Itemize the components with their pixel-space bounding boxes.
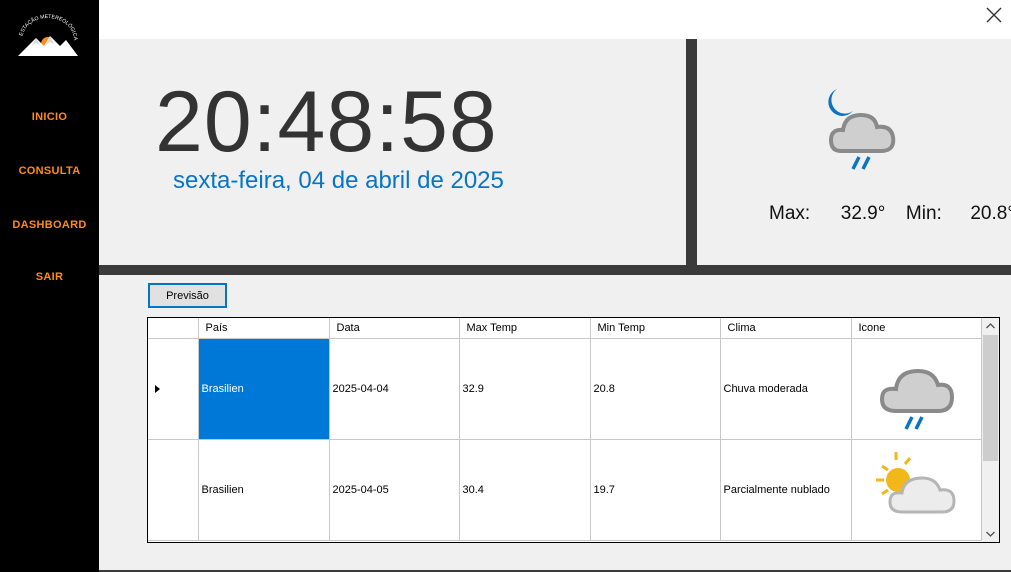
horizontal-divider (99, 265, 1011, 275)
max-label: Max: (769, 203, 811, 224)
nav-inicio[interactable]: INICIO (0, 111, 99, 123)
svg-text:ESTAÇÃO METEREOLÓGICA: ESTAÇÃO METEREOLÓGICA (19, 14, 79, 41)
cell-clima[interactable]: Chuva moderada (720, 338, 852, 440)
forecast-grid: País Data Max Temp Min Temp Clima Icone … (147, 317, 1000, 543)
rain-cloud-icon (879, 368, 954, 430)
clock-panel: 20:48:58 sexta-feira, 04 de abril de 202… (99, 39, 686, 265)
row-header-corner (148, 318, 199, 339)
current-row-arrow-icon (155, 384, 160, 393)
table-row[interactable]: Brasilien 2025-04-04 32.9 20.8 Chuva mod… (148, 338, 982, 440)
night-rain-icon (819, 85, 909, 177)
row-header[interactable] (148, 439, 199, 541)
cell-clima[interactable]: Parcialmente nublado (720, 439, 852, 541)
column-header-max-temp[interactable]: Max Temp (459, 318, 591, 339)
sidebar: ESTAÇÃO METEREOLÓGICA INICIO CONSULTA DA… (0, 0, 99, 572)
nav-dashboard[interactable]: DASHBOARD (0, 219, 99, 231)
cell-min-temp[interactable]: 20.8 (590, 338, 721, 440)
scroll-up-icon[interactable] (982, 318, 999, 334)
cell-data[interactable]: 2025-04-04 (329, 338, 460, 440)
table-row[interactable]: Brasilien 2025-04-05 30.4 19.7 Parcialme… (148, 439, 982, 541)
forecast-button[interactable]: Previsão (148, 283, 227, 308)
cell-min-temp[interactable]: 19.7 (590, 439, 721, 541)
scroll-thumb[interactable] (983, 335, 998, 461)
title-bar (99, 0, 1011, 39)
max-value: 32.9° (840, 203, 886, 224)
nav-sair[interactable]: SAIR (0, 271, 99, 283)
cell-data[interactable]: 2025-04-05 (329, 439, 460, 541)
nav-consulta[interactable]: CONSULTA (0, 165, 99, 177)
column-header-clima[interactable]: Clima (720, 318, 852, 339)
clock-date: sexta-feira, 04 de abril de 2025 (173, 167, 504, 194)
cell-pais[interactable]: Brasilien (198, 338, 330, 440)
app-window: ESTAÇÃO METEREOLÓGICA INICIO CONSULTA DA… (0, 0, 1011, 572)
min-value: 20.8° (970, 203, 1011, 224)
forecast-panel: Previsão País Data Max Temp Min Temp Cli… (99, 275, 1011, 572)
row-header[interactable] (148, 338, 199, 440)
close-icon[interactable] (985, 6, 1003, 24)
cell-pais[interactable]: Brasilien (198, 439, 330, 541)
temperature-range: Max: 32.9° Min: 20.8° (769, 203, 1011, 225)
scroll-down-icon[interactable] (982, 526, 999, 542)
logo-icon: ESTAÇÃO METEREOLÓGICA (14, 14, 82, 60)
min-label: Min: (905, 203, 942, 224)
vertical-divider (686, 39, 697, 265)
weather-panel: Max: 32.9° Min: 20.8° (697, 39, 1011, 265)
cell-max-temp[interactable]: 32.9 (459, 338, 591, 440)
column-header-min-temp[interactable]: Min Temp (590, 318, 721, 339)
column-header-data[interactable]: Data (329, 318, 460, 339)
grid-header-row: País Data Max Temp Min Temp Clima Icone (148, 318, 982, 339)
cell-icone[interactable] (851, 338, 982, 440)
cell-max-temp[interactable]: 30.4 (459, 439, 591, 541)
vertical-scrollbar[interactable] (982, 318, 999, 542)
column-header-pais[interactable]: País (198, 318, 330, 339)
column-header-icone[interactable]: Icone (851, 318, 982, 339)
clock-time: 20:48:58 (155, 74, 498, 170)
cell-icone[interactable] (851, 439, 982, 541)
partly-cloudy-icon (875, 451, 956, 513)
